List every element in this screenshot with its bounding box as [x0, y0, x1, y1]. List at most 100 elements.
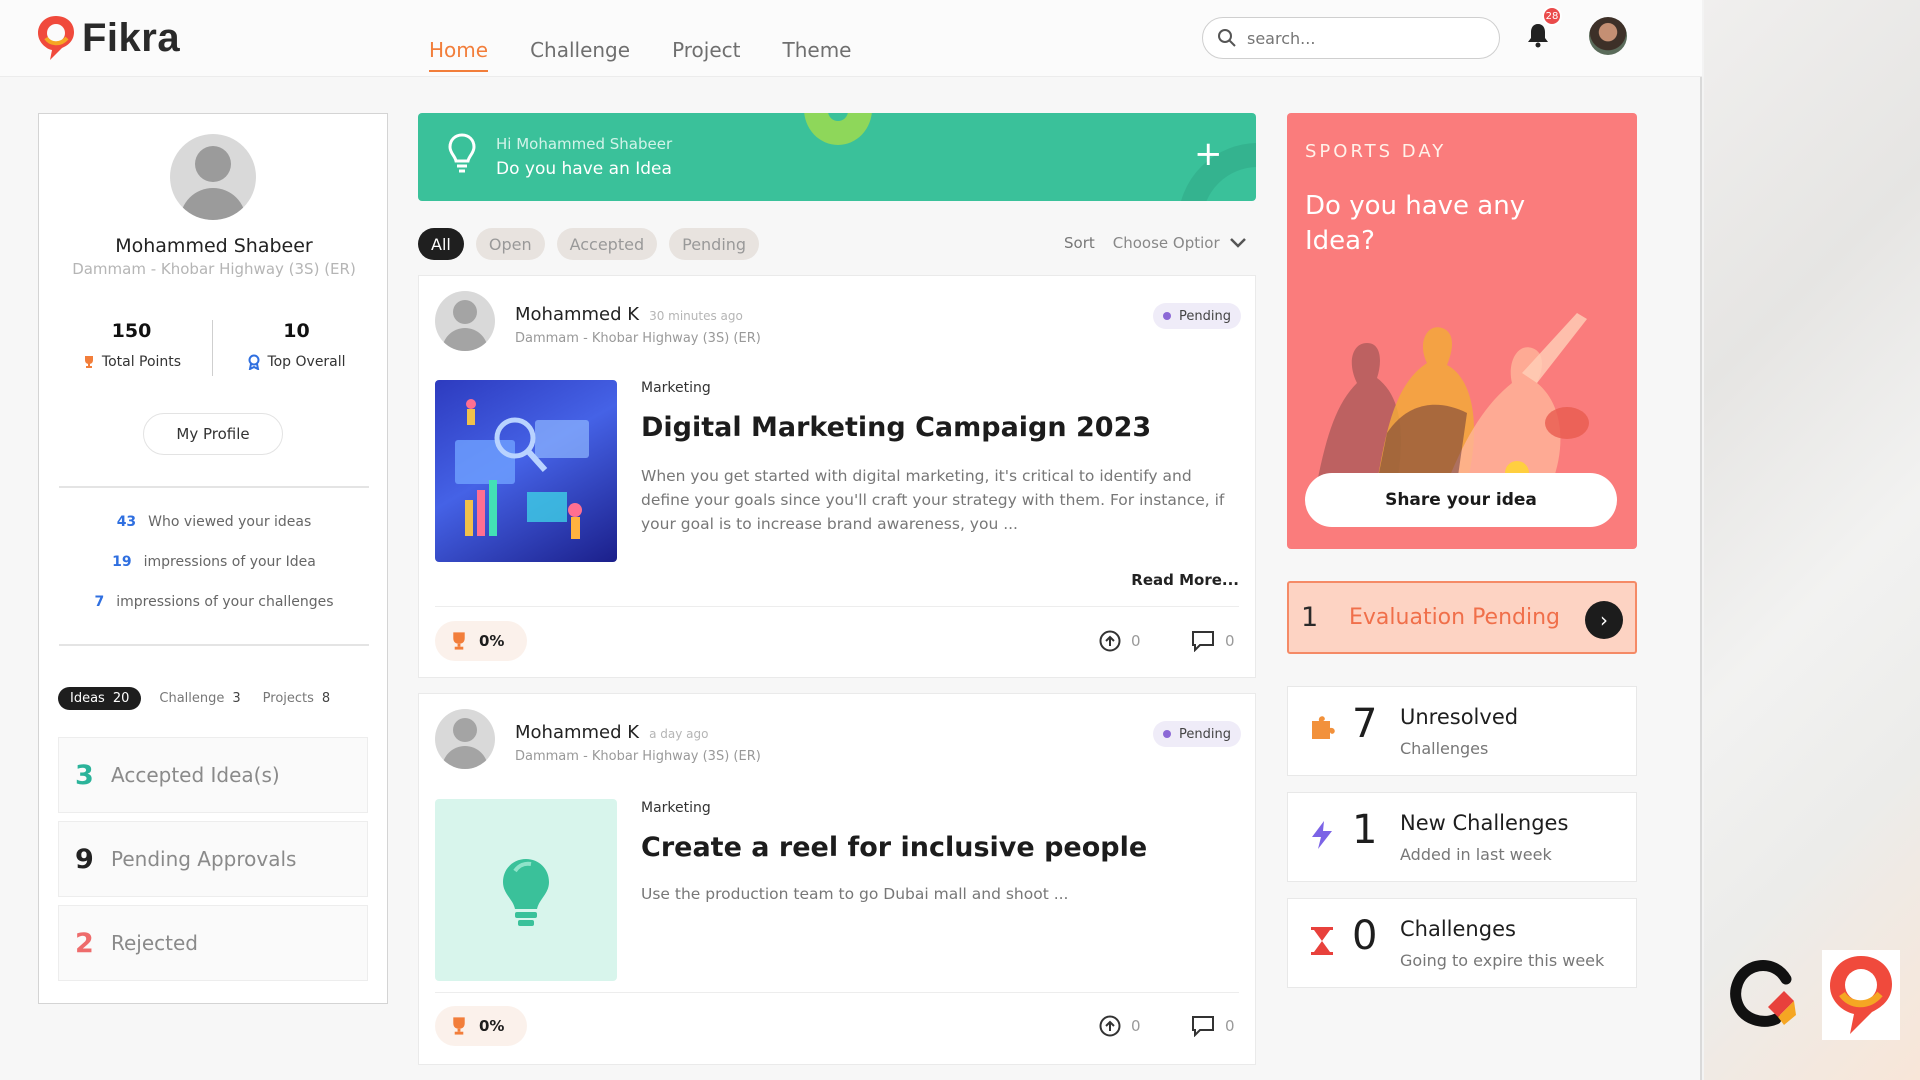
sort-label: Sort	[1064, 234, 1095, 252]
expiring-count: 0	[1352, 913, 1378, 959]
search-input[interactable]	[1247, 28, 1477, 48]
tab-challenge-count: 3	[232, 691, 241, 706]
divider	[435, 606, 1239, 607]
medal-icon	[248, 354, 260, 370]
author-avatar	[435, 709, 495, 769]
score-badge: 0%	[435, 1006, 527, 1046]
nav-challenge[interactable]: Challenge	[530, 38, 630, 62]
post-thumbnail[interactable]	[435, 380, 617, 562]
app-logo[interactable]: Fikra	[36, 14, 180, 62]
new-challenges-title: New Challenges	[1400, 811, 1569, 835]
comment-count: 0	[1225, 1017, 1235, 1035]
post-description: Use the production team to go Dubai mall…	[641, 885, 1069, 903]
trophy-icon	[453, 1017, 465, 1035]
evaluation-label: Evaluation Pending	[1349, 605, 1561, 630]
comment-button[interactable]: 0	[1191, 1015, 1235, 1037]
upvote-icon	[1099, 630, 1121, 652]
views-count: 7	[94, 594, 105, 610]
post-title[interactable]: Digital Marketing Campaign 2023	[641, 412, 1151, 443]
upvote-button[interactable]: 0	[1099, 630, 1141, 652]
hourglass-icon	[1311, 927, 1333, 955]
evaluation-count: 1	[1301, 602, 1319, 633]
expiring-subtitle: Going to expire this week	[1400, 951, 1605, 970]
tab-ideas-count: 20	[112, 691, 130, 706]
comment-button[interactable]: 0	[1191, 630, 1235, 652]
nav-project[interactable]: Project	[672, 38, 740, 62]
unresolved-count: 7	[1352, 701, 1378, 747]
author-location: Dammam - Khobar Highway (3S) (ER)	[515, 331, 761, 346]
new-idea-banner[interactable]: Hi Mohammed Shabeer Do you have an Idea …	[418, 113, 1256, 201]
top-overall-label: Top Overall	[267, 354, 346, 370]
filter-pending[interactable]: Pending	[669, 228, 760, 260]
accepted-label: Accepted Idea(s)	[111, 763, 280, 787]
status-label: Pending	[1179, 308, 1231, 324]
status-badge: Pending	[1153, 721, 1241, 747]
author-line: Mohammed K a day ago	[515, 722, 708, 743]
top-overall-value: 10	[283, 320, 310, 342]
post-thumbnail[interactable]	[435, 799, 617, 981]
accepted-ideas-box[interactable]: 3 Accepted Idea(s)	[58, 737, 368, 813]
unresolved-subtitle: Challenges	[1400, 739, 1489, 758]
tab-projects-label: Projects	[262, 691, 314, 706]
tab-projects[interactable]: Projects 8	[263, 691, 331, 706]
add-idea-button[interactable]: +	[1194, 137, 1223, 171]
views-count: 19	[112, 554, 132, 570]
athletes-illustration	[1317, 313, 1589, 485]
filter-all[interactable]: All	[418, 228, 464, 260]
user-avatar[interactable]	[1589, 17, 1627, 55]
author-name[interactable]: Mohammed K	[515, 304, 639, 325]
post-description: When you get started with digital market…	[641, 467, 1225, 533]
comment-count: 0	[1225, 632, 1235, 650]
sports-question: Do you have any Idea?	[1305, 191, 1526, 256]
sort-control[interactable]: Sort Choose Optior	[1064, 234, 1248, 252]
puzzle-icon	[1312, 716, 1335, 739]
rejected-box[interactable]: 2 Rejected	[58, 905, 368, 981]
author-avatar	[435, 291, 495, 351]
brand-logos	[1724, 950, 1900, 1040]
app-window: Fikra Home Challenge Project Theme 28 Mo…	[0, 0, 1702, 1080]
read-more-link[interactable]: Read More...	[1131, 571, 1239, 589]
nav-home[interactable]: Home	[429, 38, 489, 72]
share-idea-button[interactable]: Share your idea	[1305, 473, 1617, 527]
unresolved-title: Unresolved	[1400, 705, 1519, 729]
author-name[interactable]: Mohammed K	[515, 722, 639, 743]
chevron-down-icon	[1229, 238, 1246, 248]
upvote-button[interactable]: 0	[1099, 1015, 1141, 1037]
notification-badge: 28	[1542, 6, 1562, 26]
lightning-icon	[1312, 821, 1332, 849]
sort-select[interactable]: Choose Optior	[1113, 234, 1220, 252]
post-time: 30 minutes ago	[649, 309, 743, 323]
unresolved-challenges-card[interactable]: 7 Unresolved Challenges	[1287, 686, 1637, 776]
idea-card[interactable]: Mohammed K 30 minutes ago Dammam - Khobar…	[418, 275, 1256, 678]
tab-projects-count: 8	[321, 691, 331, 706]
fikra-logo-icon	[1822, 950, 1900, 1040]
nav-theme[interactable]: Theme	[783, 38, 852, 62]
pending-count: 9	[75, 843, 94, 875]
post-title[interactable]: Create a reel for inclusive people	[641, 832, 1147, 863]
notification-button[interactable]: 28	[1526, 6, 1562, 52]
company-logo-icon	[1730, 960, 1796, 1027]
status-filters: All Open Accepted Pending	[418, 228, 760, 260]
top-overall-stat: 10 Top Overall	[224, 320, 369, 370]
expiring-challenges-card[interactable]: 0 Challenges Going to expire this week	[1287, 898, 1637, 988]
my-profile-button[interactable]: My Profile	[143, 413, 283, 455]
main-nav: Home Challenge Project Theme	[429, 38, 893, 72]
pending-label: Pending Approvals	[111, 847, 297, 871]
upvote-icon	[1099, 1015, 1121, 1037]
evaluation-pending-card[interactable]: 1 Evaluation Pending ›	[1287, 581, 1637, 654]
lightbulb-icon	[503, 859, 549, 926]
marketing-illustration	[455, 399, 589, 539]
idea-card[interactable]: Mohammed K a day ago Dammam - Khobar High…	[418, 693, 1256, 1065]
filter-accepted[interactable]: Accepted	[556, 228, 658, 260]
chevron-right-icon[interactable]: ›	[1585, 601, 1623, 639]
new-challenges-card[interactable]: 1 New Challenges Added in last week	[1287, 792, 1637, 882]
accepted-count: 3	[75, 759, 94, 791]
banner-greeting: Hi Mohammed Shabeer	[496, 135, 673, 153]
tab-challenge[interactable]: Challenge 3	[159, 691, 240, 706]
profile-card: Mohammed Shabeer Dammam - Khobar Highway…	[38, 113, 388, 1004]
tab-ideas[interactable]: Ideas 20	[58, 687, 142, 710]
upvote-count: 0	[1131, 1017, 1141, 1035]
filter-open[interactable]: Open	[475, 228, 545, 260]
views-label: Who viewed your ideas	[148, 514, 312, 530]
pending-approvals-box[interactable]: 9 Pending Approvals	[58, 821, 368, 897]
